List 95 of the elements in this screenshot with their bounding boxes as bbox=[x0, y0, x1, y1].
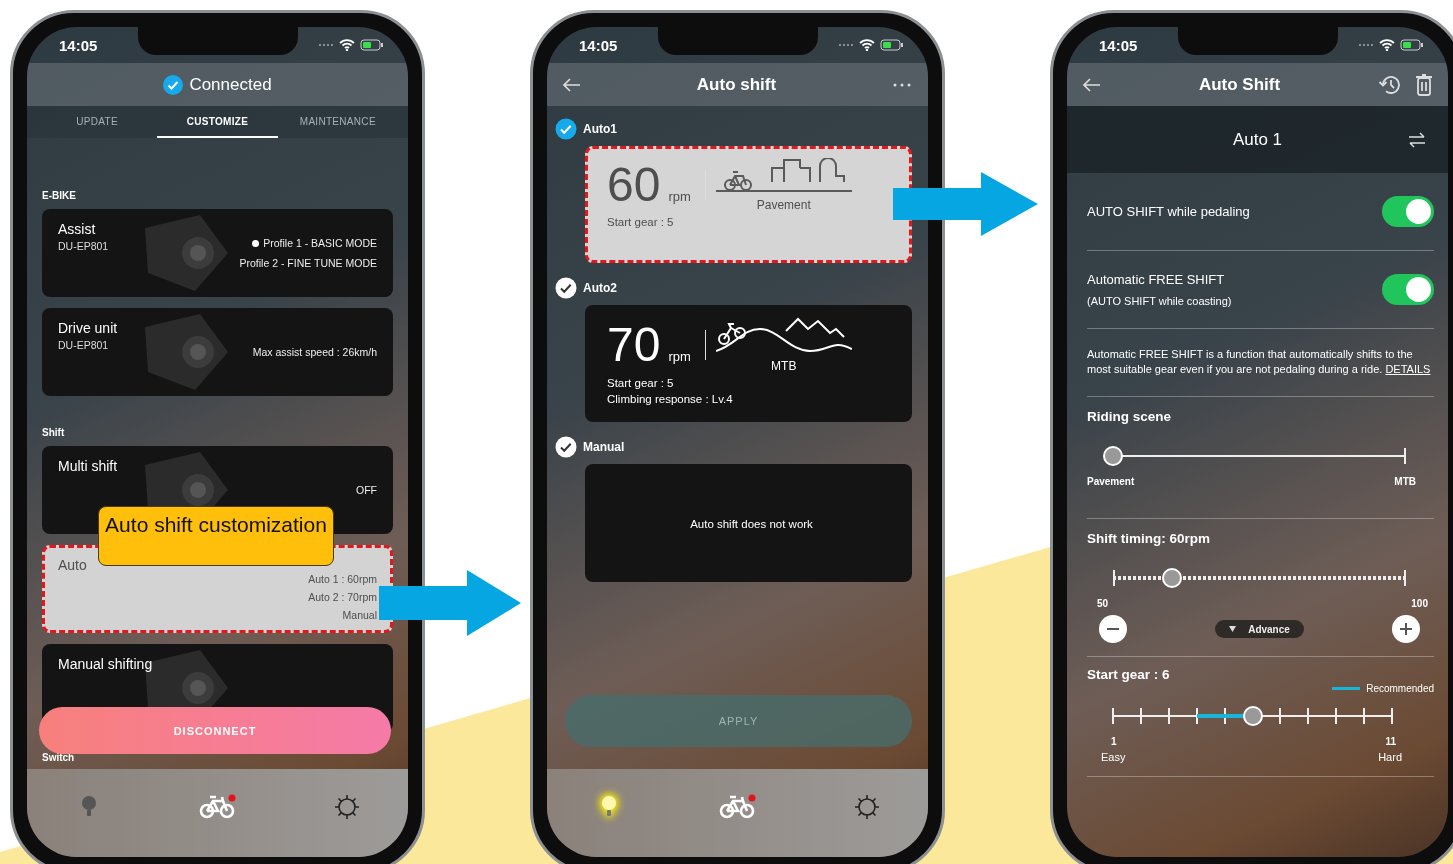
slider-max-label: 100 bbox=[1411, 598, 1428, 610]
setting-card[interactable]: Assist DU-EP801 Profile 1 - BASIC MODE Profile 2 - FINE TUNE MODE bbox=[42, 209, 393, 297]
legend-line bbox=[1332, 687, 1361, 691]
option-label: Auto2 bbox=[583, 281, 617, 295]
section-heading: E-BIKE bbox=[42, 190, 77, 201]
mode-card[interactable]: 70 rpm MTB Start gear : 5 Climbing response : Lv.4 bbox=[585, 305, 912, 422]
settings-icon[interactable] bbox=[853, 794, 880, 820]
mode-card[interactable]: Auto shift does not work bbox=[585, 464, 912, 582]
section-heading: Switch bbox=[42, 752, 76, 763]
toggle-switch[interactable] bbox=[1382, 274, 1434, 305]
advance-dropdown[interactable]: Advance bbox=[1215, 620, 1304, 639]
status-time: 14:05 bbox=[59, 36, 98, 54]
minus-button-icon[interactable] bbox=[1099, 615, 1127, 644]
mode-card[interactable]: 60 rpm Pavement Start gear : 5 bbox=[585, 146, 912, 263]
card-title: Auto bbox=[58, 557, 87, 573]
right-arrow-icon bbox=[379, 570, 521, 636]
card-detail: Start gear : 5 bbox=[607, 377, 675, 389]
rpm-value: 70 bbox=[607, 319, 661, 371]
history-icon[interactable] bbox=[1378, 73, 1402, 96]
card-title: Multi shift bbox=[58, 458, 118, 474]
tab[interactable]: UPDATE bbox=[37, 106, 158, 138]
screen-title: Auto shift bbox=[696, 74, 777, 95]
card-subtitle: DU-EP801 bbox=[58, 339, 110, 351]
profile-label: Profile 2 - FINE TUNE MODE bbox=[239, 257, 377, 269]
card-value: OFF bbox=[356, 484, 377, 496]
wifi-icon bbox=[859, 39, 875, 51]
check-circle-icon[interactable] bbox=[555, 118, 577, 140]
bike-icon[interactable] bbox=[718, 794, 757, 820]
slider-max-label: MTB bbox=[1394, 476, 1416, 488]
wifi-icon bbox=[339, 39, 355, 51]
slider-min-label: 1 bbox=[1111, 736, 1117, 748]
caret-icon bbox=[1229, 626, 1237, 633]
tab[interactable]: MAINTENANCE bbox=[277, 106, 398, 138]
scene-label: Pavement bbox=[756, 198, 811, 212]
card-detail: Climbing response : Lv.4 bbox=[607, 393, 734, 405]
card-detail: Start gear : 5 bbox=[607, 216, 675, 228]
profile-name: Auto 1 bbox=[1232, 129, 1283, 150]
card-subtitle: DU-EP801 bbox=[58, 240, 109, 252]
card-value: Auto 2 : 70rpm bbox=[308, 591, 377, 603]
swap-icon[interactable] bbox=[1408, 131, 1426, 148]
battery-icon bbox=[880, 39, 904, 51]
legend-label: Recommended bbox=[1366, 683, 1434, 695]
section-title: Shift timing: 60rpm bbox=[1087, 531, 1211, 547]
check-circle-icon[interactable] bbox=[555, 277, 577, 299]
toggle-sublabel: (AUTO SHIFT while coasting) bbox=[1087, 295, 1232, 307]
slider-thumb[interactable] bbox=[1242, 706, 1263, 727]
right-arrow-icon bbox=[893, 172, 1038, 236]
slider-thumb[interactable] bbox=[1103, 446, 1123, 467]
option-label: Manual bbox=[583, 440, 625, 454]
section-title: Riding scene bbox=[1087, 409, 1173, 425]
slider-min-label: 50 bbox=[1097, 598, 1109, 610]
back-arrow-icon[interactable] bbox=[1083, 77, 1101, 92]
battery-icon bbox=[360, 39, 384, 51]
tab[interactable]: CUSTOMIZE bbox=[157, 106, 278, 138]
trash-icon[interactable] bbox=[1416, 73, 1432, 96]
scene-label: MTB bbox=[771, 359, 797, 373]
card-message: Auto shift does not work bbox=[690, 518, 813, 530]
back-arrow-icon[interactable] bbox=[563, 77, 581, 92]
annotation-tooltip: Auto shift customization bbox=[98, 506, 334, 566]
screen-title: Auto Shift bbox=[1198, 74, 1281, 95]
rpm-unit: rpm bbox=[668, 189, 691, 204]
details-link[interactable]: DETAILS bbox=[1385, 362, 1431, 375]
description-text: Automatic FREE SHIFT is a function that automatically shifts to the most suitable gear even if you are not pedaling during a ride. DETAILS bbox=[1087, 347, 1432, 377]
battery-icon bbox=[1400, 39, 1424, 51]
status-time: 14:05 bbox=[579, 36, 618, 54]
section-heading: Shift bbox=[42, 427, 66, 438]
card-value: Max assist speed : 26km/h bbox=[252, 346, 377, 358]
bike-icon[interactable] bbox=[198, 794, 237, 820]
setting-card[interactable]: Drive unit DU-EP801 Max assist speed : 26km/h bbox=[42, 308, 393, 396]
easy-label: Easy bbox=[1101, 751, 1126, 764]
rpm-value: 60 bbox=[607, 159, 661, 211]
card-title: Assist bbox=[58, 221, 97, 237]
toggle-label: AUTO SHIFT while pedaling bbox=[1087, 204, 1250, 219]
toggle-switch[interactable] bbox=[1382, 196, 1434, 227]
card-value: Manual bbox=[342, 609, 377, 621]
slider-max-label: 11 bbox=[1385, 736, 1396, 748]
hard-label: Hard bbox=[1378, 751, 1402, 764]
plus-button-icon[interactable] bbox=[1392, 615, 1420, 644]
status-time: 14:05 bbox=[1099, 36, 1138, 54]
card-title: Manual shifting bbox=[58, 656, 153, 672]
check-circle-icon bbox=[163, 74, 184, 95]
slider-thumb[interactable] bbox=[1161, 568, 1182, 589]
slider-min-label: Pavement bbox=[1087, 476, 1135, 488]
card-title: Drive unit bbox=[58, 320, 118, 336]
settings-icon[interactable] bbox=[333, 794, 360, 820]
connection-status: Connected bbox=[189, 74, 272, 95]
rpm-unit: rpm bbox=[668, 349, 691, 364]
more-icon[interactable] bbox=[892, 82, 912, 87]
wifi-icon bbox=[1379, 39, 1395, 51]
card-value: Auto 1 : 60rpm bbox=[308, 573, 377, 585]
section-title: Start gear : 6 bbox=[1087, 667, 1170, 683]
profile-label: Profile 1 - BASIC MODE bbox=[252, 237, 377, 249]
option-label: Auto1 bbox=[583, 122, 617, 136]
toggle-label: Automatic FREE SHIFT bbox=[1087, 272, 1226, 287]
check-circle-icon[interactable] bbox=[555, 436, 577, 458]
